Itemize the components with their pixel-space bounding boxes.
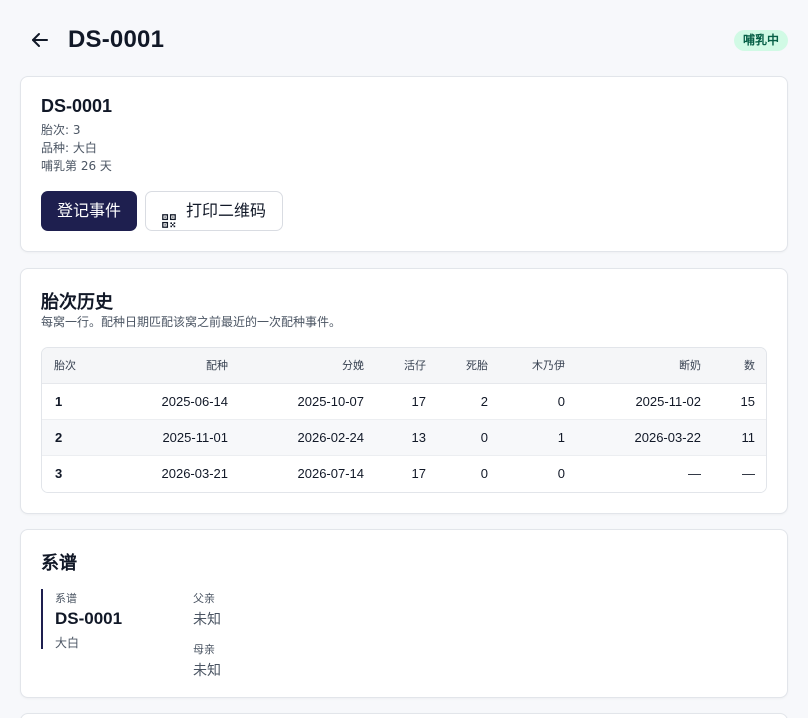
lactation-day-text: 哺乳第 26 天 bbox=[41, 159, 112, 173]
sow-id: DS-0001 bbox=[41, 96, 113, 116]
arrow-left-icon[interactable] bbox=[28, 28, 52, 52]
table-cell: 1 bbox=[55, 394, 63, 409]
table-cell: 0 bbox=[480, 466, 488, 481]
column-header: 配种 bbox=[206, 359, 228, 372]
column-header: 断奶 bbox=[679, 359, 701, 372]
table-cell: 2026-03-21 bbox=[161, 466, 229, 481]
sow-summary-card: DS-0001 胎次: 3 品种: 大白 哺乳第 26 天 登记事件 打印二维码 bbox=[20, 76, 788, 252]
table-cell: 2026-02-24 bbox=[297, 430, 365, 445]
column-header: 木乃伊 bbox=[532, 359, 565, 372]
table-cell: 2026-07-14 bbox=[297, 466, 365, 481]
qr-code-icon bbox=[162, 204, 176, 228]
breed-text: 品种: 大白 bbox=[41, 141, 97, 155]
column-header: 死胎 bbox=[466, 359, 488, 372]
history-title: 胎次历史 bbox=[41, 292, 113, 313]
pedigree-accent-bar bbox=[41, 589, 43, 649]
table-cell: 0 bbox=[557, 466, 565, 481]
table-cell: 17 bbox=[411, 394, 426, 409]
pedigree-self-label: 系谱 bbox=[55, 592, 77, 605]
dam-label: 母亲 bbox=[193, 643, 215, 656]
table-cell: 2 bbox=[55, 430, 63, 445]
table-cell: 2 bbox=[480, 394, 488, 409]
pedigree-title: 系谱 bbox=[41, 553, 77, 574]
column-header: 胎次 bbox=[54, 359, 76, 372]
next-card bbox=[20, 713, 788, 718]
table-row[interactable]: 1 2025-06-14 2025-10-07 17 2 0 2025-11-0… bbox=[42, 384, 766, 420]
table-cell: 0 bbox=[480, 430, 488, 445]
parity-history-card: 胎次历史 每窝一行。配种日期匹配该窝之前最近的一次配种事件。 胎次 配种 分娩 … bbox=[20, 268, 788, 514]
print-qr-button[interactable]: 打印二维码 bbox=[145, 191, 283, 231]
column-header: 数 bbox=[744, 359, 755, 372]
parity-history-table: 胎次 配种 分娩 活仔 死胎 木乃伊 断奶 数 1 2025-06-14 202… bbox=[41, 347, 767, 493]
table-cell: 13 bbox=[411, 430, 426, 445]
pedigree-self-id: DS-0001 bbox=[55, 609, 123, 628]
table-row[interactable]: 2 2025-11-01 2026-02-24 13 0 1 2026-03-2… bbox=[42, 420, 766, 456]
sire-label: 父亲 bbox=[193, 592, 215, 605]
table-cell: — bbox=[688, 466, 701, 481]
table-cell: 2025-10-07 bbox=[297, 394, 365, 409]
table-cell: 2026-03-22 bbox=[634, 430, 702, 445]
table-cell: 3 bbox=[55, 466, 63, 481]
history-subtitle: 每窝一行。配种日期匹配该窝之前最近的一次配种事件。 bbox=[41, 315, 342, 329]
column-header: 活仔 bbox=[404, 359, 426, 372]
status-badge: 哺乳中 bbox=[733, 30, 788, 51]
dam-value: 未知 bbox=[193, 663, 221, 679]
table-cell: 0 bbox=[557, 394, 565, 409]
pedigree-self-breed: 大白 bbox=[55, 636, 80, 650]
print-qr-label: 打印二维码 bbox=[186, 201, 267, 220]
table-header: 胎次 配种 分娩 活仔 死胎 木乃伊 断奶 数 bbox=[42, 348, 766, 384]
table-cell: 15 bbox=[740, 394, 755, 409]
parity-text: 胎次: 3 bbox=[41, 123, 81, 137]
table-cell: 2025-11-01 bbox=[162, 430, 228, 445]
page-title: DS-0001 bbox=[68, 26, 165, 53]
record-event-button[interactable]: 登记事件 bbox=[41, 191, 137, 231]
column-header: 分娩 bbox=[342, 359, 364, 372]
sire-value: 未知 bbox=[193, 612, 221, 628]
table-cell: 17 bbox=[411, 466, 426, 481]
pedigree-card: 系谱 系谱 DS-0001 大白 父亲 未知 母亲 未知 bbox=[20, 529, 788, 698]
table-row[interactable]: 3 2026-03-21 2026-07-14 17 0 0 — — bbox=[42, 456, 766, 492]
table-cell: 1 bbox=[557, 430, 565, 445]
page-header: DS-0001 哺乳中 bbox=[0, 0, 808, 76]
table-cell: 2025-06-14 bbox=[161, 394, 229, 409]
table-cell: 2025-11-02 bbox=[635, 394, 701, 409]
table-cell: — bbox=[742, 466, 755, 481]
table-cell: 11 bbox=[741, 430, 756, 445]
